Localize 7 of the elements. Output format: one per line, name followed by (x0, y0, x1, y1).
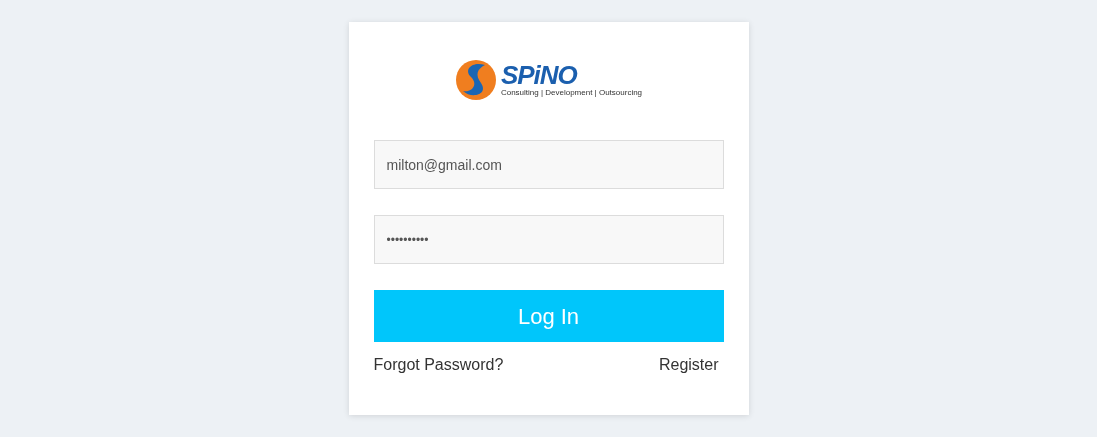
logo-icon (454, 59, 497, 101)
logo-wordmark: SPiNO (500, 62, 577, 88)
email-field[interactable]: milton@gmail.com (373, 140, 724, 189)
password-field[interactable]: •••••••••• (373, 215, 724, 264)
logo-tagline: Consulting | Development | Outsourcing (500, 88, 643, 98)
forgot-password-link[interactable]: Forgot Password? (373, 353, 504, 377)
register-link[interactable]: Register (658, 353, 719, 377)
